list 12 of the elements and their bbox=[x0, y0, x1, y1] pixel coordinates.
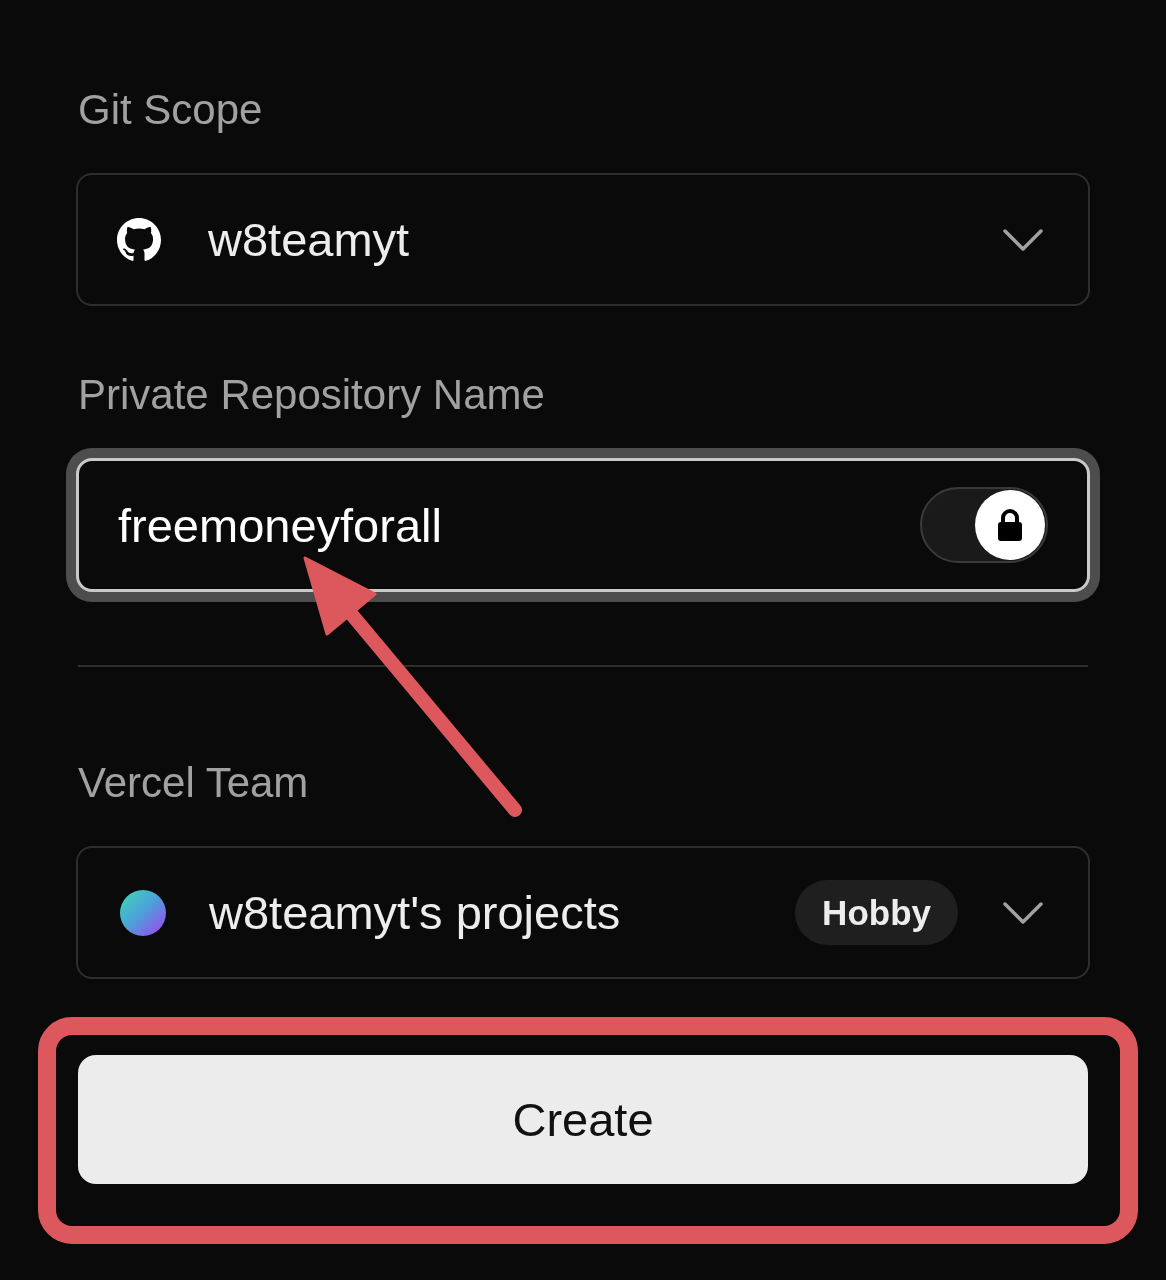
plan-badge: Hobby bbox=[795, 880, 958, 945]
chevron-down-icon bbox=[1003, 228, 1043, 251]
create-button[interactable]: Create bbox=[78, 1055, 1088, 1184]
field-label: Private Repository Name bbox=[78, 370, 545, 420]
chevron-down-icon bbox=[1003, 901, 1043, 924]
lock-icon bbox=[975, 490, 1045, 560]
team-dropdown[interactable]: w8teamyt's projects Hobby bbox=[76, 846, 1090, 979]
github-icon bbox=[117, 217, 161, 262]
git-scope-dropdown[interactable]: w8teamyt bbox=[76, 173, 1090, 306]
field-label: Git Scope bbox=[78, 85, 263, 135]
team-avatar-icon bbox=[120, 889, 166, 936]
field-label: Vercel Team bbox=[78, 758, 309, 808]
